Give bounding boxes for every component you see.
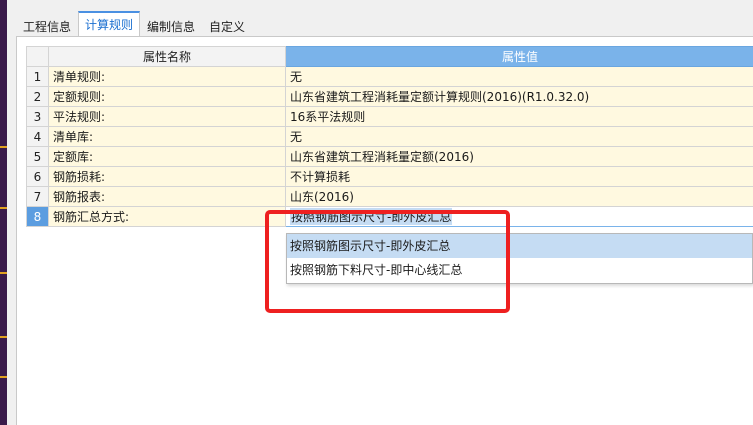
- strip-mark: [0, 336, 7, 338]
- property-value-cell[interactable]: 山东省建筑工程消耗量定额(2016): [285, 146, 753, 167]
- row-index[interactable]: 8: [26, 206, 49, 227]
- property-value-cell[interactable]: 无: [285, 126, 753, 147]
- table-row-selected[interactable]: 8 钢筋汇总方式: 按照钢筋图示尺寸-即外皮汇总: [26, 206, 753, 227]
- row-index[interactable]: 3: [26, 106, 49, 127]
- property-name-cell: 钢筋报表:: [48, 186, 286, 207]
- tab-compile-info[interactable]: 编制信息: [140, 15, 202, 37]
- property-name-cell: 定额规则:: [48, 86, 286, 107]
- property-name-cell: 定额库:: [48, 146, 286, 167]
- table-row[interactable]: 3 平法规则: 16系平法规则: [26, 106, 753, 127]
- table-row[interactable]: 5 定额库: 山东省建筑工程消耗量定额(2016): [26, 146, 753, 167]
- row-index[interactable]: 4: [26, 126, 49, 147]
- property-value-cell[interactable]: 16系平法规则: [285, 106, 753, 127]
- table-row[interactable]: 2 定额规则: 山东省建筑工程消耗量定额计算规则(2016)(R1.0.32.0…: [26, 86, 753, 107]
- properties-table: 属性名称 属性值 1 清单规则: 无 2 定额规则: 山东省建筑工程消耗量定额计…: [26, 46, 753, 227]
- rebar-summary-dropdown-list[interactable]: 按照钢筋图示尺寸-即外皮汇总 按照钢筋下料尺寸-即中心线汇总: [286, 233, 753, 284]
- table-row[interactable]: 1 清单规则: 无: [26, 66, 753, 87]
- dropdown-option-outer-skin[interactable]: 按照钢筋图示尺寸-即外皮汇总: [287, 234, 752, 258]
- dropdown-option-centerline[interactable]: 按照钢筋下料尺寸-即中心线汇总: [287, 258, 752, 282]
- table-row[interactable]: 4 清单库: 无: [26, 126, 753, 147]
- row-index[interactable]: 6: [26, 166, 49, 187]
- table-header-row: 属性名称 属性值: [26, 46, 753, 67]
- tab-calculation-rules[interactable]: 计算规则: [78, 11, 141, 37]
- property-value-cell[interactable]: 山东(2016): [285, 186, 753, 207]
- table-row[interactable]: 6 钢筋损耗: 不计算损耗: [26, 166, 753, 187]
- property-value-cell[interactable]: 无: [285, 66, 753, 87]
- row-index[interactable]: 7: [26, 186, 49, 207]
- strip-mark: [0, 207, 7, 209]
- property-name-cell: 清单库:: [48, 126, 286, 147]
- tab-custom[interactable]: 自定义: [202, 15, 252, 37]
- app-window: 工程信息 计算规则 编制信息 自定义 属性名称 属性值 1 清单规则: 无 2 …: [0, 0, 753, 425]
- row-index[interactable]: 2: [26, 86, 49, 107]
- table-row[interactable]: 7 钢筋报表: 山东(2016): [26, 186, 753, 207]
- property-value-cell[interactable]: 山东省建筑工程消耗量定额计算规则(2016)(R1.0.32.0): [285, 86, 753, 107]
- property-value-cell[interactable]: 不计算损耗: [285, 166, 753, 187]
- property-name-header[interactable]: 属性名称: [48, 46, 286, 67]
- row-index[interactable]: 5: [26, 146, 49, 167]
- strip-mark: [0, 272, 7, 274]
- property-name-cell: 清单规则:: [48, 66, 286, 87]
- strip-mark: [0, 376, 7, 378]
- properties-panel: 属性名称 属性值 1 清单规则: 无 2 定额规则: 山东省建筑工程消耗量定额计…: [16, 36, 753, 425]
- combobox-selected-text[interactable]: 按照钢筋图示尺寸-即外皮汇总: [290, 208, 453, 225]
- row-index[interactable]: 1: [26, 66, 49, 87]
- property-name-cell: 钢筋汇总方式:: [48, 206, 286, 227]
- left-edge-strip: [0, 0, 7, 425]
- rebar-summary-combobox[interactable]: 按照钢筋图示尺寸-即外皮汇总: [285, 206, 753, 227]
- property-name-cell: 钢筋损耗:: [48, 166, 286, 187]
- property-name-cell: 平法规则:: [48, 106, 286, 127]
- strip-mark: [0, 146, 7, 148]
- tab-bar: 工程信息 计算规则 编制信息 自定义: [16, 11, 252, 37]
- property-value-header[interactable]: 属性值: [285, 46, 753, 67]
- tab-project-info[interactable]: 工程信息: [16, 15, 78, 37]
- index-column-header: [26, 46, 49, 67]
